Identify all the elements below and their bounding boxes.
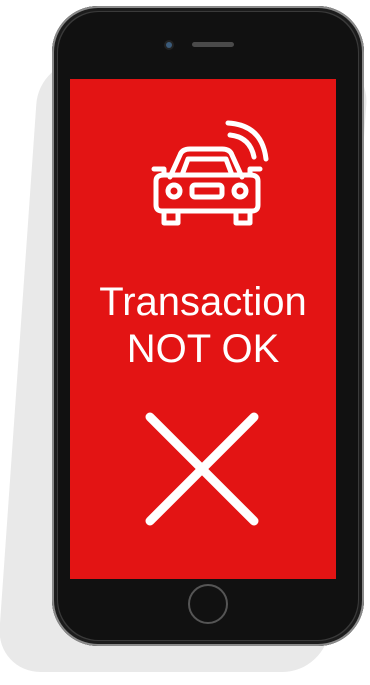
front-camera — [166, 42, 172, 48]
earpiece-speaker — [192, 42, 234, 47]
phone-screen: Transaction NOT OK — [70, 79, 336, 579]
status-title-line-1: Transaction — [99, 280, 307, 324]
cross-icon — [145, 412, 259, 526]
connected-car-icon — [151, 120, 269, 226]
phone-device: Transaction NOT OK — [52, 6, 364, 646]
status-title-line-2: NOT OK — [126, 327, 280, 371]
stage: Transaction NOT OK — [0, 0, 370, 685]
home-button[interactable] — [188, 584, 228, 624]
